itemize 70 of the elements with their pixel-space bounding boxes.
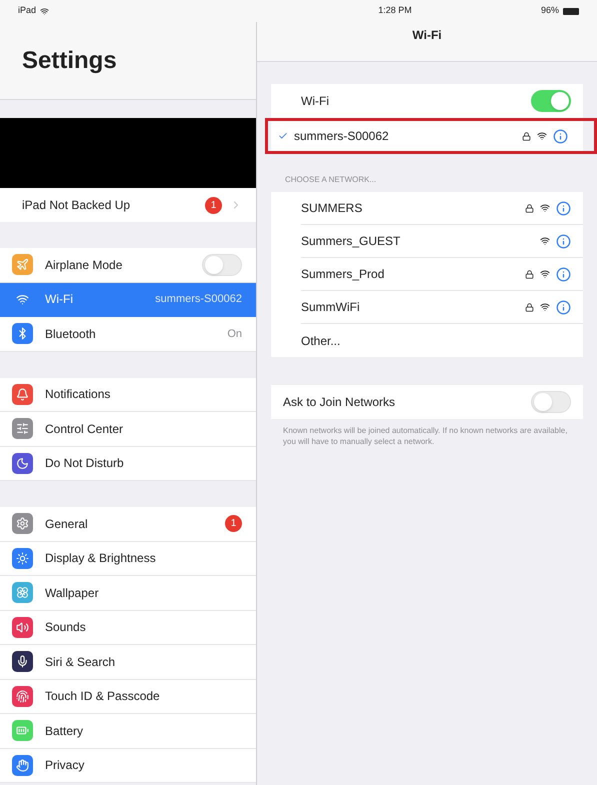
settings-row[interactable]: Wallpaper	[0, 576, 256, 610]
settings-row[interactable]: Control Center	[0, 412, 256, 446]
info-icon[interactable]	[556, 300, 571, 314]
connected-network-row[interactable]: summers-S00062	[265, 118, 597, 154]
settings-row[interactable]: General 1	[0, 507, 256, 542]
row-label: General	[45, 516, 89, 533]
network-name: SummWiFi	[301, 299, 361, 316]
ask-to-join-label: Ask to Join Networks	[283, 394, 396, 411]
row-label: Control Center	[45, 420, 124, 438]
wifi-signal-icon	[40, 6, 50, 16]
wifi-signal-icon	[540, 236, 550, 246]
network-name: SUMMERS	[301, 200, 364, 217]
row-label: Privacy	[45, 757, 86, 774]
toggle-switch[interactable]	[531, 90, 571, 112]
row-label: Wallpaper	[45, 584, 100, 602]
settings-row[interactable]: Display & Brightness	[0, 542, 256, 576]
settings-title: Settings	[22, 46, 117, 76]
notification-badge: 1	[225, 515, 242, 532]
wifi-signal-icon	[540, 302, 550, 312]
page-title: Wi-Fi	[412, 27, 442, 44]
network-row[interactable]: SUMMERS	[301, 192, 583, 225]
row-label: Sounds	[45, 619, 87, 636]
network-row[interactable]: Summers_Prod	[301, 258, 583, 291]
wifi-signal-icon	[537, 131, 547, 141]
other-network-link[interactable]: Other...	[301, 332, 340, 350]
network-row[interactable]: Summers_GUEST	[301, 225, 583, 258]
row-label: Display & Brightness	[45, 550, 157, 568]
row-label: Touch ID & Passcode	[45, 688, 161, 706]
battery-label: 96%	[540, 4, 559, 18]
settings-row[interactable]: Privacy	[0, 748, 256, 783]
backup-label: iPad Not Backed Up	[22, 197, 132, 214]
settings-row[interactable]: Wi-Fi summers-S00062	[0, 282, 256, 317]
settings-row[interactable]: Do Not Disturb	[0, 446, 256, 481]
row-label: Battery	[45, 722, 84, 740]
info-icon[interactable]	[556, 200, 571, 216]
info-icon[interactable]	[553, 128, 568, 144]
row-label: Siri & Search	[45, 654, 116, 671]
backup-row[interactable]: iPad Not Backed Up 1	[0, 188, 256, 222]
battery-icon	[563, 8, 579, 14]
row-value: summers-S00062	[155, 292, 242, 307]
settings-row[interactable]: Airplane Mode	[0, 248, 256, 282]
network-name: summers-S00062	[294, 128, 390, 145]
carrier-label: iPad	[18, 4, 36, 18]
row-value: On	[227, 326, 242, 342]
row-label: Wi-Fi	[45, 291, 74, 308]
toggle-switch[interactable]	[531, 391, 571, 413]
info-icon[interactable]	[556, 234, 571, 248]
wifi-signal-icon	[540, 203, 550, 213]
wifi-label: Wi-Fi	[301, 93, 330, 110]
info-icon[interactable]	[556, 266, 571, 282]
settings-row[interactable]: Bluetooth On	[0, 317, 256, 352]
footnote-text: Known networks will be joined automatically. If no known networks are available, you will have to manually select a network.	[282, 425, 568, 447]
time-label: 1:28 PM	[378, 4, 412, 18]
settings-row[interactable]: Touch ID & Passcode	[0, 680, 256, 714]
network-name: Summers_GUEST	[301, 233, 402, 250]
checkmark-icon	[278, 131, 288, 141]
network-row[interactable]: SummWiFi	[301, 291, 583, 324]
settings-row[interactable]: Notifications	[0, 378, 256, 412]
section-header: CHOOSE A NETWORK...	[284, 174, 378, 186]
settings-row[interactable]: Sounds	[0, 610, 256, 645]
notification-badge: 1	[205, 196, 222, 214]
row-label: Airplane Mode	[45, 256, 124, 274]
settings-row[interactable]: Siri & Search	[0, 645, 256, 680]
row-label: Do Not Disturb	[45, 455, 125, 472]
settings-row[interactable]: Battery	[0, 714, 256, 748]
toggle-switch[interactable]	[202, 254, 242, 276]
row-label: Bluetooth	[45, 326, 97, 343]
network-name: Summers_Prod	[301, 266, 386, 283]
row-label: Notifications	[45, 386, 112, 404]
wifi-signal-icon	[540, 269, 550, 279]
